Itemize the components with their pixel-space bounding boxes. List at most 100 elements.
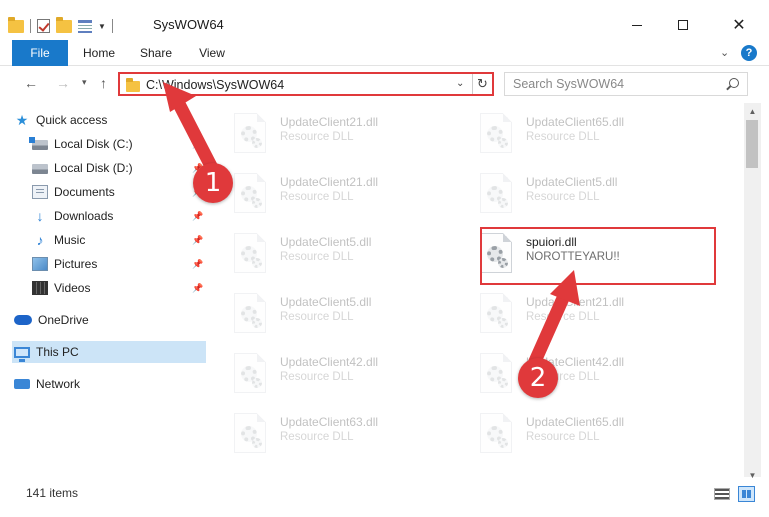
step-2-badge: 2 (518, 358, 558, 398)
file-item[interactable]: UpdateClient63.dll Resource DLL (210, 409, 440, 461)
tab-file[interactable]: File (12, 40, 68, 66)
sidebar-item-label: Local Disk (D:) (54, 161, 133, 175)
sidebar-item-documents[interactable]: Documents 📌 (32, 181, 206, 203)
refresh-icon[interactable]: ↻ (472, 74, 492, 94)
search-input[interactable] (513, 76, 723, 92)
file-name: UpdateClient42.dll (280, 355, 379, 369)
pictures-icon (32, 257, 48, 271)
scroll-up-icon[interactable]: ▲ (744, 105, 761, 119)
pin-icon: 📌 (192, 210, 204, 221)
dll-file-icon (480, 353, 512, 393)
file-item[interactable]: UpdateClient65.dll Resource DLL (456, 109, 686, 161)
forward-button[interactable]: → (56, 75, 70, 91)
status-bar: 141 items (0, 480, 769, 506)
vertical-scrollbar[interactable]: ▲ ▼ (744, 103, 761, 480)
tab-view[interactable]: View (198, 40, 226, 66)
new-folder-icon[interactable] (56, 16, 72, 33)
cloud-icon (14, 315, 32, 325)
file-item[interactable]: UpdateClient5.dll Resource DLL (210, 229, 440, 281)
sidebar-item-downloads[interactable]: ↓ Downloads 📌 (32, 205, 206, 227)
folder-icon[interactable] (8, 16, 24, 33)
sidebar-item-local-disk-d[interactable]: Local Disk (D:) 📌 (32, 157, 206, 179)
file-item[interactable]: UpdateClient21.dll Resource DLL (456, 289, 686, 341)
file-description: Resource DLL (280, 431, 354, 443)
pin-icon: 📌 (192, 138, 204, 149)
customize-toolbar-icon[interactable] (78, 19, 92, 33)
sidebar-item-onedrive[interactable]: OneDrive (14, 309, 206, 331)
sidebar-item-label: Quick access (36, 113, 108, 127)
address-dropdown-icon[interactable]: ⌄ (456, 78, 464, 89)
sidebar-item-quick-access[interactable]: ★ Quick access (14, 109, 206, 131)
drive-icon (29, 137, 48, 150)
file-name: UpdateClient65.dll (526, 415, 625, 429)
properties-check-icon[interactable] (37, 19, 50, 33)
up-button[interactable]: ↑ (100, 75, 107, 91)
sidebar-item-videos[interactable]: Videos 📌 (32, 277, 206, 299)
file-item[interactable]: UpdateClient42.dll Resource DLL (210, 349, 440, 401)
minimize-button[interactable] (614, 10, 660, 40)
toolbar-separator (30, 19, 31, 33)
file-description: Resource DLL (526, 431, 600, 443)
dll-file-icon (234, 233, 266, 273)
tab-home[interactable]: Home (82, 40, 116, 66)
tab-share[interactable]: Share (140, 40, 172, 66)
gear-icon (498, 138, 508, 148)
expand-ribbon-icon[interactable]: ⌄ (720, 46, 729, 59)
address-path[interactable]: C:\Windows\SysWOW64 (146, 78, 284, 92)
file-description: Resource DLL (280, 131, 354, 143)
gear-icon (252, 258, 262, 268)
sidebar-item-label: Music (54, 233, 86, 247)
pin-icon: 📌 (192, 282, 204, 293)
close-button[interactable]: ✕ (716, 10, 762, 40)
file-item[interactable]: UpdateClient5.dll Resource DLL (456, 169, 686, 221)
sidebar-item-network[interactable]: Network (14, 373, 206, 395)
file-name: UpdateClient5.dll (280, 235, 372, 249)
step-1-badge: 1 (193, 163, 233, 203)
gear-icon (252, 138, 262, 148)
navigation-bar: ← → ▾ ↑ C:\Windows\SysWOW64 ⌄ ↻ (0, 67, 769, 101)
download-icon: ↓ (36, 208, 44, 224)
dll-file-icon (480, 293, 512, 333)
navigation-pane: ★ Quick access Local Disk (C:) 📌 Local D… (0, 103, 208, 477)
file-item[interactable]: UpdateClient21.dll Resource DLL (210, 169, 440, 221)
search-icon[interactable] (729, 78, 739, 88)
videos-icon (32, 281, 48, 295)
search-box[interactable] (504, 72, 748, 96)
details-view-icon[interactable] (714, 488, 730, 500)
large-icons-view-icon[interactable] (738, 486, 755, 502)
sidebar-item-music[interactable]: ♪ Music 📌 (32, 229, 206, 251)
back-button[interactable]: ← (24, 75, 38, 91)
sidebar-item-label: OneDrive (38, 313, 89, 327)
chevron-down-icon[interactable]: ▼ (98, 22, 106, 31)
file-name: UpdateClient5.dll (280, 295, 372, 309)
dll-file-icon (480, 413, 512, 453)
sidebar-item-label: This PC (36, 345, 79, 359)
gear-icon (498, 198, 508, 208)
file-item[interactable]: UpdateClient21.dll Resource DLL (210, 109, 440, 161)
music-icon: ♪ (36, 232, 44, 248)
sidebar-item-label: Downloads (54, 209, 114, 223)
star-icon: ★ (15, 112, 29, 128)
file-name: UpdateClient21.dll (280, 175, 379, 189)
documents-icon (32, 185, 48, 199)
recent-locations-button[interactable]: ▾ (82, 77, 87, 88)
toolbar-separator (111, 19, 113, 33)
help-icon[interactable]: ? (741, 45, 757, 61)
gear-icon (252, 318, 262, 328)
gear-icon (252, 198, 262, 208)
gear-icon (498, 438, 508, 448)
scroll-thumb[interactable] (746, 120, 758, 168)
file-item[interactable]: UpdateClient5.dll Resource DLL (210, 289, 440, 341)
file-name: UpdateClient21.dll (280, 115, 379, 129)
file-item[interactable]: UpdateClient65.dll Resource DLL (456, 409, 686, 461)
maximize-button[interactable] (660, 10, 706, 40)
address-bar[interactable]: C:\Windows\SysWOW64 ⌄ ↻ (118, 72, 494, 96)
sidebar-item-pictures[interactable]: Pictures 📌 (32, 253, 206, 275)
sidebar-item-this-pc[interactable]: This PC (12, 341, 206, 363)
dll-file-icon (234, 353, 266, 393)
file-name: UpdateClient65.dll (526, 115, 625, 129)
file-item[interactable]: UpdateClient42.dll Resource DLL (456, 349, 686, 401)
sidebar-item-local-disk-c[interactable]: Local Disk (C:) 📌 (29, 133, 206, 155)
dll-file-icon (480, 173, 512, 213)
quick-access-toolbar: ▼ (8, 16, 113, 36)
